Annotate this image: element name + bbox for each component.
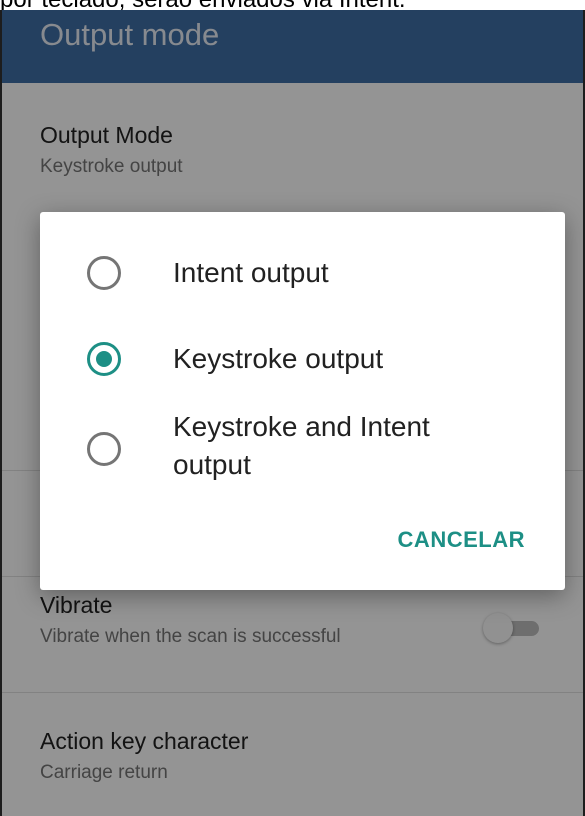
radio-unchecked-icon[interactable] <box>87 256 121 290</box>
radio-checked-icon[interactable] <box>87 342 121 376</box>
radio-dot <box>96 351 112 367</box>
option-label: Intent output <box>173 257 329 288</box>
screenshot: por teclado, serão enviados via Intent. … <box>0 0 585 816</box>
option-keystroke-output[interactable]: Keystroke output <box>40 334 565 384</box>
option-intent-output[interactable]: Intent output <box>40 248 565 298</box>
cancel-button[interactable]: CANCELAR <box>398 526 525 554</box>
radio-unchecked-icon[interactable] <box>87 432 121 466</box>
option-keystroke-and-intent-output[interactable]: Keystroke and Intent output <box>40 408 565 488</box>
phone-screen: Output mode Output Mode Keystroke output… <box>0 10 585 816</box>
option-label: Keystroke output <box>173 343 384 374</box>
option-label: Keystroke and Intent output <box>173 411 430 480</box>
output-mode-dialog: Intent output Keystroke output Keystroke… <box>40 212 565 590</box>
